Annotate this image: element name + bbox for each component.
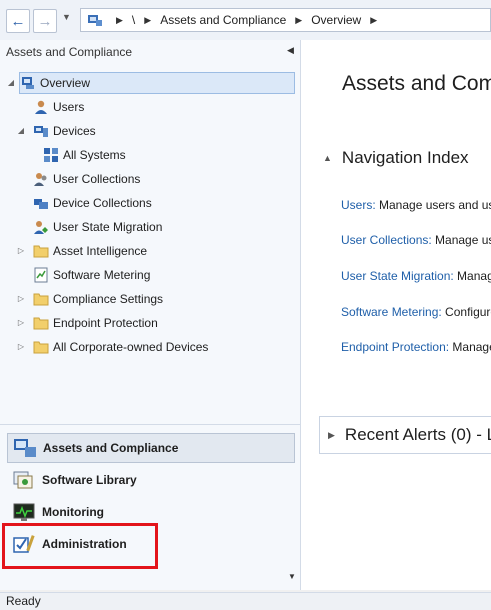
nav-desc: Manage Endpoint Protection — [452, 340, 491, 354]
tree-label: User Collections — [53, 172, 141, 186]
breadcrumb-separator-icon: ▶ — [370, 14, 378, 25]
folder-icon — [33, 317, 49, 330]
expand-section-icon: ▶ — [328, 429, 335, 440]
nav-desc: Manage user collections — [435, 233, 491, 247]
tree-item-endpoint-protection[interactable]: Endpoint Protection — [33, 312, 158, 334]
collapse-section-icon: ▲ — [323, 153, 332, 163]
tree-label: Devices — [53, 124, 96, 138]
workspace-assets-and-compliance[interactable]: Assets and Compliance — [7, 433, 295, 463]
tree-item-user-state-migration[interactable]: User State Migration — [33, 216, 162, 238]
folder-icon — [33, 293, 49, 306]
tree-item-users[interactable]: Users — [33, 96, 84, 118]
tree-item-all-corporate-owned-devices[interactable]: All Corporate-owned Devices — [33, 336, 208, 358]
console-icon — [88, 15, 102, 26]
forward-arrow-icon: → — [37, 12, 53, 30]
expand-asset-intelligence-icon[interactable]: ▷ — [16, 246, 26, 255]
content-pane: Assets and Compliance Overview ▲ Navigat… — [301, 40, 491, 590]
nav-link-endpoint-protection[interactable]: Endpoint Protection: — [341, 340, 449, 354]
tree-label: Overview — [40, 76, 91, 90]
history-dropdown-icon[interactable]: ▼ — [62, 12, 71, 22]
systems-icon — [44, 148, 58, 162]
tree-item-device-collections[interactable]: Device Collections — [33, 192, 152, 214]
tree-item-compliance-settings[interactable]: Compliance Settings — [33, 288, 163, 310]
breadcrumb-separator-icon: ▶ — [116, 14, 123, 25]
collapse-devices-icon[interactable]: ◢ — [16, 126, 26, 135]
metering-icon — [34, 267, 48, 283]
nav-link-user-state-migration[interactable]: User State Migration: — [341, 269, 454, 283]
tree-label: Asset Intelligence — [53, 244, 148, 258]
section-title: Navigation Index — [341, 148, 469, 167]
nav-desc: Configure software metering — [445, 305, 491, 319]
nav-entry: Endpoint Protection: Manage Endpoint Pro… — [341, 340, 491, 354]
user-icon — [35, 100, 47, 114]
status-text: Ready — [6, 594, 41, 608]
recent-alerts-title: Recent Alerts (0) - Last Alert — [344, 425, 491, 444]
migration-icon — [34, 221, 48, 234]
tree-label: Users — [53, 100, 85, 114]
nav-link-user-collections[interactable]: User Collections: — [341, 233, 432, 247]
toolbar: ← → ▼ ▶ \ ▶ Assets and Compliance ▶ Over… — [0, 0, 491, 41]
devices-icon — [34, 126, 48, 137]
tree-label: User State Migration — [53, 220, 163, 234]
navigation-pane: Assets and Compliance ◀ ◢ Overview Users… — [0, 40, 301, 590]
breadcrumb-root[interactable]: \ — [132, 13, 135, 27]
expand-endpoint-protection-icon[interactable]: ▷ — [16, 318, 26, 327]
tree-item-asset-intelligence[interactable]: Asset Intelligence — [33, 240, 147, 262]
nav-link-users[interactable]: Users: — [341, 198, 376, 212]
tree-item-user-collections[interactable]: User Collections — [33, 168, 140, 190]
breadcrumb-separator-icon: ▶ — [295, 14, 303, 25]
monitoring-icon — [13, 503, 35, 521]
software-library-icon — [13, 471, 33, 489]
user-collection-icon — [34, 173, 47, 186]
breadcrumb-overview[interactable]: Overview — [311, 13, 361, 27]
workspace-label: Software Library — [42, 473, 137, 487]
breadcrumb-assets[interactable]: Assets and Compliance — [160, 13, 286, 27]
collapse-overview-icon[interactable]: ◢ — [6, 78, 16, 87]
nav-entry: User State Migration: Manage user state … — [341, 269, 491, 283]
back-button[interactable]: ← — [6, 9, 30, 33]
overview-icon — [22, 77, 34, 89]
forward-button[interactable]: → — [33, 9, 57, 33]
tree-item-overview[interactable]: Overview — [19, 72, 295, 94]
nav-entry: Users: Manage users and user groups — [341, 198, 491, 212]
workspace-software-library[interactable]: Software Library — [7, 465, 295, 495]
status-bar: Ready — [0, 592, 491, 610]
nav-desc: Manage user state migration — [457, 269, 491, 283]
device-collection-icon — [34, 199, 48, 209]
collapse-pane-icon[interactable]: ◀ — [287, 45, 294, 56]
folder-icon — [33, 341, 49, 354]
tree-item-software-metering[interactable]: Software Metering — [33, 264, 150, 286]
tree-item-all-systems[interactable]: All Systems — [43, 144, 126, 166]
tree-label: Software Metering — [53, 268, 151, 282]
scroll-down-icon[interactable]: ▼ — [288, 572, 296, 581]
expand-corporate-devices-icon[interactable]: ▷ — [16, 342, 26, 351]
tree-label: All Systems — [63, 148, 126, 162]
nav-link-software-metering[interactable]: Software Metering: — [341, 305, 442, 319]
tree-label: Compliance Settings — [53, 292, 164, 306]
workspace-label: Assets and Compliance — [43, 441, 179, 455]
navigation-index-header[interactable]: ▲ Navigation Index — [323, 148, 469, 168]
expand-compliance-settings-icon[interactable]: ▷ — [16, 294, 26, 303]
assets-workspace-icon — [14, 439, 36, 457]
recent-alerts-header[interactable]: ▶ Recent Alerts (0) - Last Alert — [319, 416, 491, 454]
tree-item-devices[interactable]: Devices — [33, 120, 96, 142]
tree-label: All Corporate-owned Devices — [53, 340, 209, 354]
tree-label: Device Collections — [53, 196, 152, 210]
back-arrow-icon: ← — [10, 12, 26, 30]
nav-entry: Software Metering: Configure software me… — [341, 305, 491, 319]
nav-desc: Manage users and user groups — [379, 198, 491, 212]
tree-label: Endpoint Protection — [53, 316, 158, 330]
workspace-label: Monitoring — [42, 505, 104, 519]
folder-icon — [33, 245, 49, 258]
pane-divider[interactable] — [0, 424, 300, 425]
address-bar[interactable]: ▶ \ ▶ Assets and Compliance ▶ Overview ▶ — [80, 8, 491, 32]
page-title: Assets and Compliance Overview — [342, 72, 491, 95]
administration-highlight — [2, 523, 158, 569]
nav-entry: User Collections: Manage user collection… — [341, 233, 491, 247]
breadcrumb-separator-icon: ▶ — [144, 14, 152, 25]
pane-title: Assets and Compliance — [6, 45, 133, 59]
